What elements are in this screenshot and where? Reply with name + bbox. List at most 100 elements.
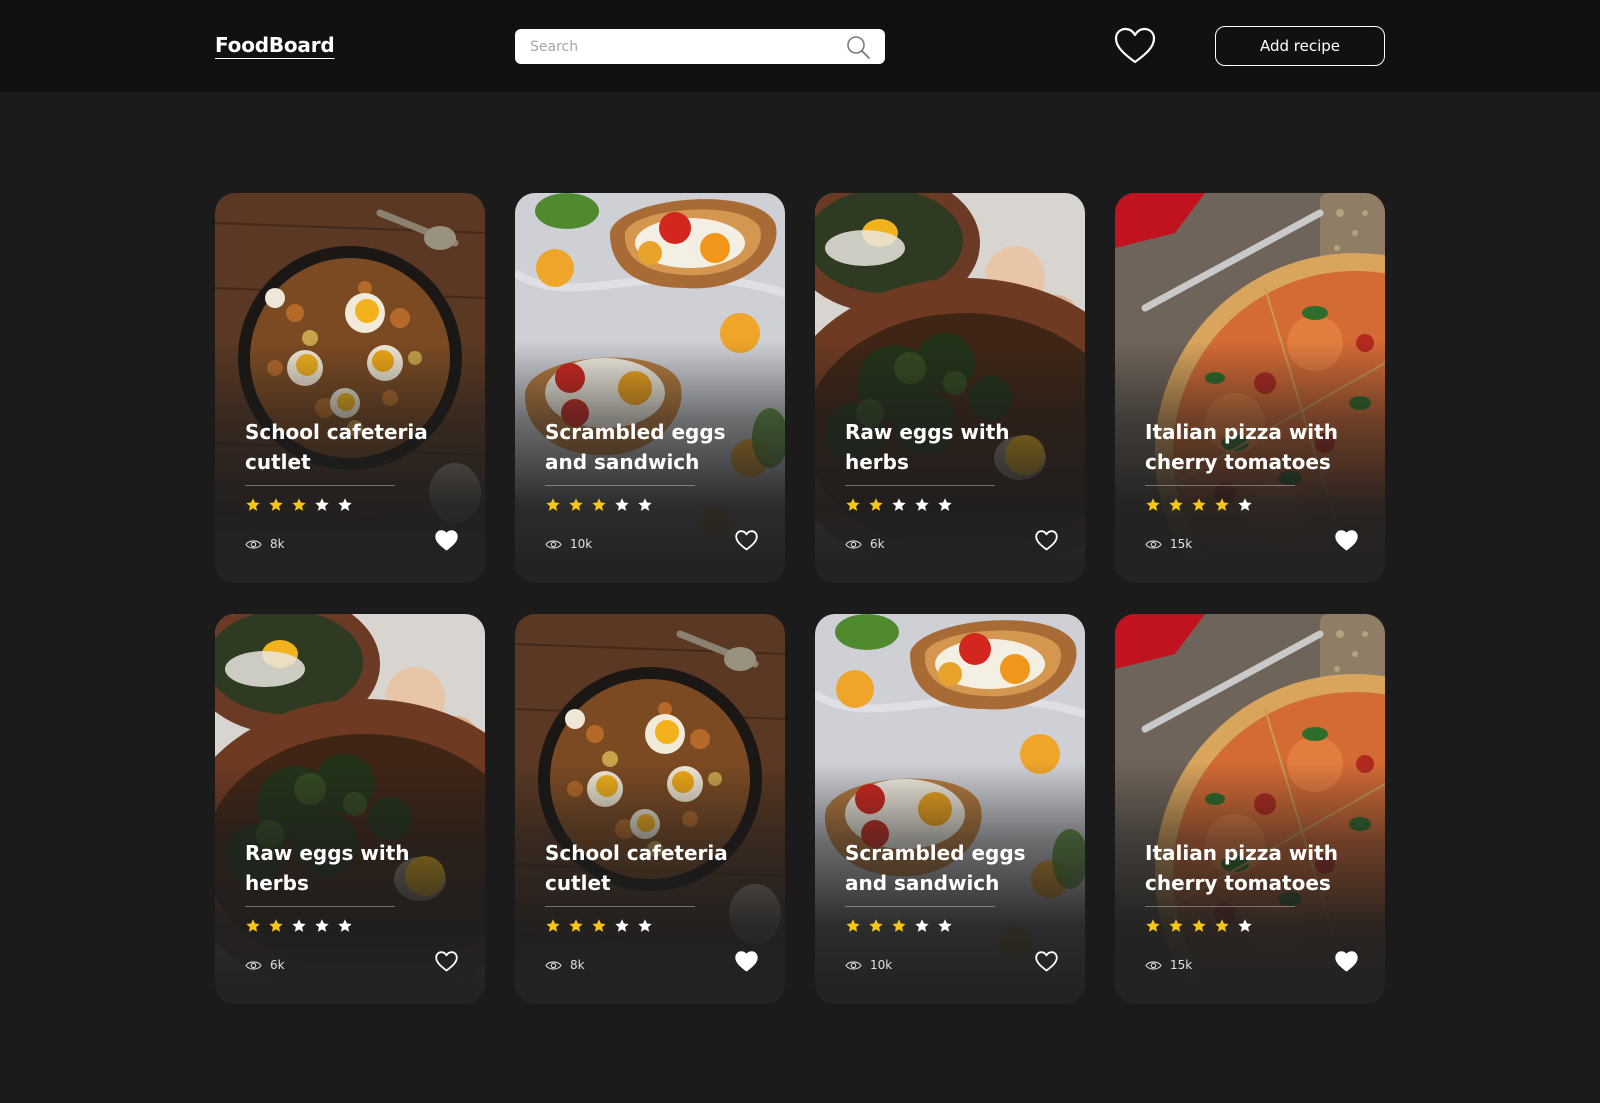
star-icon — [1192, 919, 1206, 932]
view-count-label: 6k — [870, 537, 885, 551]
star-rating — [545, 918, 653, 934]
star-icon — [915, 498, 929, 511]
eye-icon — [545, 539, 562, 549]
view-count: 10k — [545, 537, 592, 551]
star-icon — [269, 919, 283, 932]
star-icon — [1215, 919, 1229, 932]
search-icon[interactable] — [845, 34, 871, 60]
divider — [845, 906, 995, 907]
star-icon — [892, 498, 906, 511]
recipe-title: Italian pizza with cherry tomatoes — [1145, 420, 1338, 474]
recipe-title: School cafeteria cutlet — [545, 841, 728, 895]
heart-icon[interactable] — [1335, 951, 1358, 972]
favorites-heart-icon[interactable] — [1114, 27, 1156, 65]
view-count: 15k — [1145, 958, 1192, 972]
recipe-title: Raw eggs with herbs — [845, 420, 1010, 474]
star-icon — [546, 919, 560, 932]
recipe-card[interactable]: Scrambled eggs and sandwich 10k — [815, 614, 1085, 1004]
view-count-label: 8k — [270, 537, 285, 551]
star-icon — [915, 919, 929, 932]
recipe-title: Raw eggs with herbs — [245, 841, 410, 895]
star-rating — [845, 918, 953, 934]
star-icon — [938, 919, 952, 932]
recipe-card[interactable]: Italian pizza with cherry tomatoes 15k — [1115, 614, 1385, 1004]
heart-icon[interactable] — [735, 530, 758, 551]
recipe-card[interactable]: School cafeteria cutlet 8k — [215, 193, 485, 583]
star-icon — [315, 498, 329, 511]
heart-icon[interactable] — [435, 530, 458, 551]
star-icon — [269, 498, 283, 511]
star-icon — [1238, 498, 1252, 511]
view-count: 15k — [1145, 537, 1192, 551]
search-input[interactable] — [515, 29, 845, 64]
star-icon — [569, 919, 583, 932]
logo[interactable]: FoodBoard — [215, 33, 335, 57]
divider — [1145, 906, 1295, 907]
star-icon — [892, 919, 906, 932]
star-icon — [338, 498, 352, 511]
star-icon — [1146, 919, 1160, 932]
star-icon — [869, 919, 883, 932]
star-rating — [1145, 918, 1253, 934]
star-icon — [638, 919, 652, 932]
recipe-title: Scrambled eggs and sandwich — [845, 841, 1026, 895]
eye-icon — [245, 539, 262, 549]
star-icon — [338, 919, 352, 932]
star-rating — [245, 497, 353, 513]
eye-icon — [1145, 539, 1162, 549]
star-icon — [315, 919, 329, 932]
heart-icon[interactable] — [735, 951, 758, 972]
view-count: 8k — [245, 537, 285, 551]
view-count-label: 6k — [270, 958, 285, 972]
star-icon — [292, 498, 306, 511]
recipe-card[interactable]: Raw eggs with herbs 6k — [215, 614, 485, 1004]
recipe-grid: School cafeteria cutlet 8k Scrambled egg… — [215, 193, 1386, 1004]
star-icon — [246, 498, 260, 511]
heart-icon[interactable] — [435, 951, 458, 972]
add-recipe-button[interactable]: Add recipe — [1215, 26, 1385, 66]
star-icon — [592, 498, 606, 511]
star-icon — [1192, 498, 1206, 511]
star-icon — [938, 498, 952, 511]
recipe-title: Scrambled eggs and sandwich — [545, 420, 726, 474]
star-icon — [246, 919, 260, 932]
recipe-card[interactable]: Scrambled eggs and sandwich 10k — [515, 193, 785, 583]
heart-icon[interactable] — [1335, 530, 1358, 551]
eye-icon — [545, 960, 562, 970]
star-rating — [545, 497, 653, 513]
divider — [245, 906, 395, 907]
star-rating — [845, 497, 953, 513]
star-rating — [245, 918, 353, 934]
star-icon — [1238, 919, 1252, 932]
divider — [545, 485, 695, 486]
star-rating — [1145, 497, 1253, 513]
star-icon — [615, 919, 629, 932]
star-icon — [615, 498, 629, 511]
divider — [245, 485, 395, 486]
star-icon — [1215, 498, 1229, 511]
view-count-label: 8k — [570, 958, 585, 972]
divider — [1145, 485, 1295, 486]
search-box — [515, 29, 885, 64]
eye-icon — [1145, 960, 1162, 970]
star-icon — [638, 498, 652, 511]
view-count: 6k — [845, 537, 885, 551]
heart-icon[interactable] — [1035, 951, 1058, 972]
star-icon — [869, 498, 883, 511]
star-icon — [1169, 919, 1183, 932]
star-icon — [1146, 498, 1160, 511]
view-count-label: 10k — [870, 958, 893, 972]
heart-icon[interactable] — [1035, 530, 1058, 551]
star-icon — [846, 919, 860, 932]
view-count-label: 15k — [1170, 958, 1193, 972]
recipe-card[interactable]: School cafeteria cutlet 8k — [515, 614, 785, 1004]
star-icon — [1169, 498, 1183, 511]
recipe-card[interactable]: Italian pizza with cherry tomatoes 15k — [1115, 193, 1385, 583]
top-bar: FoodBoard Add recipe — [0, 0, 1600, 92]
view-count: 6k — [245, 958, 285, 972]
recipe-card[interactable]: Raw eggs with herbs 6k — [815, 193, 1085, 583]
star-icon — [569, 498, 583, 511]
eye-icon — [845, 960, 862, 970]
view-count-label: 15k — [1170, 537, 1193, 551]
star-icon — [546, 498, 560, 511]
